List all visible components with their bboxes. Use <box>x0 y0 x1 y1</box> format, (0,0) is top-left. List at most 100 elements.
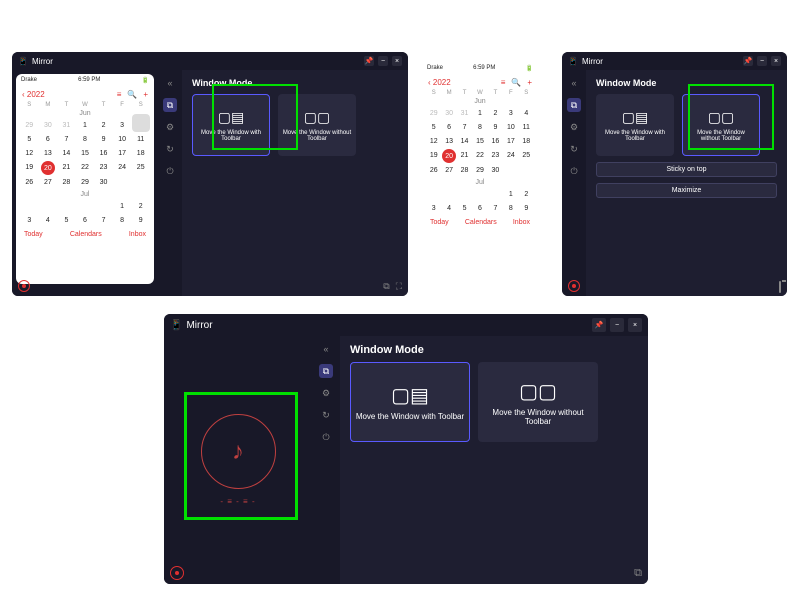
inbox-button[interactable]: Inbox <box>129 231 146 238</box>
camera-icon[interactable] <box>779 282 781 292</box>
maximize-button[interactable]: Maximize <box>596 183 777 198</box>
move-with-toolbar-card[interactable]: ▢▤ Move the Window with Toolbar <box>596 94 674 156</box>
close-button[interactable]: × <box>628 318 642 332</box>
sidebar: « ⧉ ⚙ ↻ ⏻ <box>158 70 182 296</box>
list-icon[interactable]: ≡ <box>117 90 122 99</box>
window-plain-icon: ▢▢ <box>304 109 330 126</box>
close-button[interactable]: × <box>392 56 402 66</box>
window-plain-icon: ▢▢ <box>708 109 734 126</box>
back-year-button[interactable]: ‹ 2022 <box>428 78 451 87</box>
window-mode-icon[interactable]: ⧉ <box>163 98 177 112</box>
battery-icon: 🔋 <box>526 65 533 72</box>
close-button[interactable]: × <box>771 56 781 66</box>
calendar-days-of-week: SMTWTFS <box>16 102 154 108</box>
card-label: Move the Window without Toolbar <box>482 408 594 426</box>
mirror-window-3: 📱 Mirror 📌 − × ♪ - ≡ - ≡ - « ⧉ ⚙ ↻ ⏻ Win… <box>164 314 648 584</box>
sticky-on-top-button[interactable]: Sticky on top <box>596 162 777 177</box>
record-button[interactable] <box>568 280 580 292</box>
fullscreen-icon[interactable]: ⛶ <box>396 281 402 292</box>
calendar-grid-jun[interactable]: 2930311234 567891011 12131415161718 1920… <box>422 107 538 177</box>
settings-icon[interactable]: ⚙ <box>319 386 333 400</box>
history-icon[interactable]: ↻ <box>319 408 333 422</box>
move-without-toolbar-card[interactable]: ▢▢ Move the Window without Toolbar <box>478 362 598 442</box>
search-icon[interactable]: 🔍 <box>127 90 137 99</box>
calendars-button[interactable]: Calendars <box>70 231 102 238</box>
list-icon[interactable]: ≡ <box>501 78 506 87</box>
move-without-toolbar-card[interactable]: ▢▢ Move the Window without Toolbar <box>278 94 356 156</box>
collapse-icon[interactable]: « <box>163 76 177 90</box>
window-title: Mirror <box>582 57 603 66</box>
phone-screen: Drake 6:59 PM 🔋 ‹ 2022 ≡ 🔍 + SMTWTFS Jun <box>16 74 154 284</box>
today-button[interactable]: Today <box>430 219 449 226</box>
calendar-footer: Today Calendars Inbox <box>16 227 154 242</box>
power-icon[interactable]: ⏻ <box>567 164 581 178</box>
calendar-grid-jul[interactable]: 12 3456789 <box>16 200 154 227</box>
sidebar: « ⧉ ⚙ ↻ ⏻ <box>562 70 586 296</box>
history-icon[interactable]: ↻ <box>163 142 177 156</box>
mirror-window-1: 📱 Mirror 📌 − × Drake 6:59 PM 🔋 ‹ 2022 ≡ … <box>12 52 408 296</box>
carrier-label: Drake <box>21 77 37 84</box>
titlebar: 📱 Mirror 📌 − × <box>12 52 408 70</box>
collapse-icon[interactable]: « <box>319 342 333 356</box>
card-label: Move the Window with Toolbar <box>197 130 265 142</box>
mirror-window-2: 📱 Mirror 📌 − × « ⧉ ⚙ ↻ ⏻ Window Mode ▢▤ … <box>562 52 787 296</box>
power-icon[interactable]: ⏻ <box>319 430 333 444</box>
month-label-jul: Jul <box>422 177 538 188</box>
calendar-grid-jul[interactable]: 12 3456789 <box>422 188 538 215</box>
settings-panel: Window Mode ▢▤ Move the Window with Tool… <box>182 70 408 296</box>
today-button[interactable]: Today <box>24 231 43 238</box>
history-icon[interactable]: ↻ <box>567 142 581 156</box>
calendar-navbar: ‹ 2022 ≡ 🔍 + <box>16 87 154 102</box>
settings-panel: Window Mode ▢▤ Move the Window with Tool… <box>586 70 787 296</box>
sidebar: « ⧉ ⚙ ↻ ⏻ <box>312 336 340 584</box>
inbox-button[interactable]: Inbox <box>513 219 530 226</box>
card-label: Move the Window without Toolbar <box>282 130 352 142</box>
music-note-icon: ♪ <box>232 438 244 466</box>
window-mode-icon[interactable]: ⧉ <box>319 364 333 378</box>
move-with-toolbar-card[interactable]: ▢▤ Move the Window with Toolbar <box>192 94 270 156</box>
record-button[interactable] <box>18 280 30 292</box>
power-icon[interactable]: ⏻ <box>163 164 177 178</box>
standalone-phone: Drake 6:59 PM 🔋 ‹ 2022 ≡ 🔍 + SMTWTFS Jun… <box>422 62 538 280</box>
mirrored-device-panel: Drake 6:59 PM 🔋 ‹ 2022 ≡ 🔍 + SMTWTFS Jun <box>12 70 158 296</box>
phone-statusbar: Drake 6:59 PM 🔋 <box>16 74 154 87</box>
capture-icon[interactable]: ⧉ <box>634 567 642 580</box>
window-title: Mirror <box>186 320 212 331</box>
settings-icon[interactable]: ⚙ <box>163 120 177 134</box>
floating-thumb[interactable] <box>132 114 150 132</box>
add-event-button[interactable]: + <box>527 78 532 87</box>
equalizer-icon: - ≡ - ≡ - <box>220 497 255 506</box>
move-with-toolbar-card[interactable]: ▢▤ Move the Window with Toolbar <box>350 362 470 442</box>
cast-icon: 📱 <box>170 320 182 331</box>
settings-panel: Window Mode ▢▤ Move the Window with Tool… <box>340 336 648 584</box>
battery-icon: 🔋 <box>142 77 149 84</box>
pin-button[interactable]: 📌 <box>592 318 606 332</box>
record-button[interactable] <box>170 566 184 580</box>
pin-button[interactable]: 📌 <box>364 56 374 66</box>
carrier-label: Drake <box>427 65 443 72</box>
minimize-button[interactable]: − <box>378 56 388 66</box>
month-label-jul: Jul <box>16 189 154 200</box>
add-event-button[interactable]: + <box>143 90 148 99</box>
settings-icon[interactable]: ⚙ <box>567 120 581 134</box>
collapse-icon[interactable]: « <box>567 76 581 90</box>
card-label: Move the Window with Toolbar <box>600 130 670 142</box>
back-year-button[interactable]: ‹ 2022 <box>22 90 45 99</box>
month-label-jun: Jun <box>422 96 538 107</box>
panel-title: Window Mode <box>350 344 638 356</box>
pin-button[interactable]: 📌 <box>743 56 753 66</box>
capture-icon[interactable]: ⧉ <box>383 281 389 292</box>
window-toolbar-icon: ▢▤ <box>218 109 244 126</box>
music-placeholder: ♪ <box>201 414 276 489</box>
calendars-button[interactable]: Calendars <box>465 219 497 226</box>
minimize-button[interactable]: − <box>610 318 624 332</box>
cast-icon: 📱 <box>18 57 28 66</box>
minimize-button[interactable]: − <box>757 56 767 66</box>
search-icon[interactable]: 🔍 <box>511 78 521 87</box>
panel-title: Window Mode <box>596 78 777 88</box>
panel-title: Window Mode <box>192 78 398 88</box>
window-mode-icon[interactable]: ⧉ <box>567 98 581 112</box>
card-label: Move the Window with Toolbar <box>356 412 464 421</box>
window-toolbar-icon: ▢▤ <box>391 383 429 408</box>
move-without-toolbar-card[interactable]: ▢▢ Move the Window without Toolbar <box>682 94 760 156</box>
